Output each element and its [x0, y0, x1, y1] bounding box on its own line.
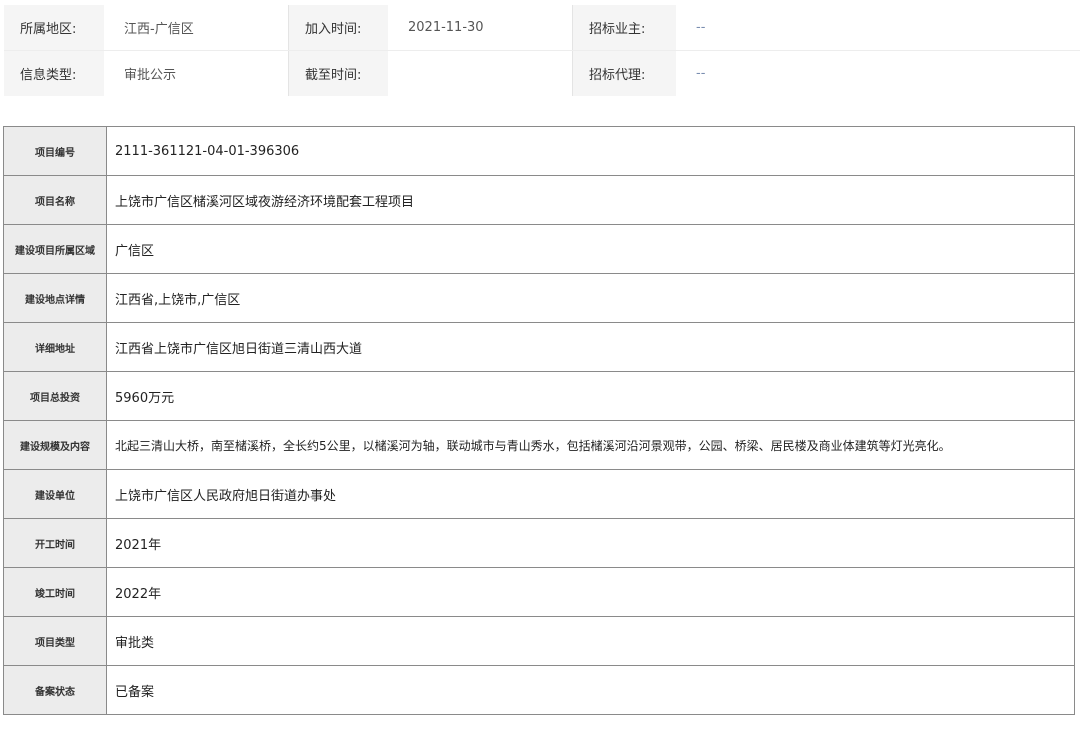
owner-label: 招标业主:	[572, 5, 676, 50]
table-row: 项目编号 2111-361121-04-01-396306	[3, 126, 1075, 176]
deadline-value	[388, 51, 572, 96]
join-time-value: 2021-11-30	[388, 5, 572, 50]
row-value: 上饶市广信区槠溪河区域夜游经济环境配套工程项目	[106, 175, 1075, 225]
row-value: 5960万元	[106, 371, 1075, 421]
row-label: 项目名称	[3, 175, 107, 225]
row-value: 2111-361121-04-01-396306	[106, 126, 1075, 176]
row-value: 2021年	[106, 518, 1075, 568]
row-value: 广信区	[106, 224, 1075, 274]
table-row: 竣工时间 2022年	[3, 567, 1075, 617]
table-row: 开工时间 2021年	[3, 518, 1075, 568]
row-value: 审批类	[106, 616, 1075, 666]
region-value: 江西-广信区	[104, 5, 288, 50]
project-detail-table: 项目编号 2111-361121-04-01-396306 项目名称 上饶市广信…	[3, 126, 1075, 715]
row-label: 详细地址	[3, 322, 107, 372]
table-row: 建设单位 上饶市广信区人民政府旭日街道办事处	[3, 469, 1075, 519]
row-label: 项目编号	[3, 126, 107, 176]
table-row: 项目名称 上饶市广信区槠溪河区域夜游经济环境配套工程项目	[3, 175, 1075, 225]
row-label: 建设单位	[3, 469, 107, 519]
table-row: 项目类型 审批类	[3, 616, 1075, 666]
row-value: 北起三清山大桥，南至槠溪桥，全长约5公里，以槠溪河为轴，联动城市与青山秀水，包括…	[106, 420, 1075, 470]
table-row: 建设规模及内容 北起三清山大桥，南至槠溪桥，全长约5公里，以槠溪河为轴，联动城市…	[3, 420, 1075, 470]
row-label: 建设规模及内容	[3, 420, 107, 470]
agent-label: 招标代理:	[572, 51, 676, 96]
row-label: 建设地点详情	[3, 273, 107, 323]
owner-value: --	[676, 5, 1080, 50]
row-value: 上饶市广信区人民政府旭日街道办事处	[106, 469, 1075, 519]
type-value: 审批公示	[104, 51, 288, 96]
table-row: 项目总投资 5960万元	[3, 371, 1075, 421]
row-label: 项目总投资	[3, 371, 107, 421]
info-grid: 所属地区: 江西-广信区 加入时间: 2021-11-30 招标业主: -- 信…	[4, 5, 1080, 96]
row-value: 江西省,上饶市,广信区	[106, 273, 1075, 323]
row-label: 建设项目所属区域	[3, 224, 107, 274]
row-label: 备案状态	[3, 665, 107, 715]
row-label: 竣工时间	[3, 567, 107, 617]
region-label: 所属地区:	[4, 5, 104, 50]
row-value: 2022年	[106, 567, 1075, 617]
row-value: 江西省上饶市广信区旭日街道三清山西大道	[106, 322, 1075, 372]
row-value: 已备案	[106, 665, 1075, 715]
table-row: 建设地点详情 江西省,上饶市,广信区	[3, 273, 1075, 323]
table-row: 建设项目所属区域 广信区	[3, 224, 1075, 274]
deadline-label: 截至时间:	[288, 51, 388, 96]
join-time-label: 加入时间:	[288, 5, 388, 50]
table-row: 详细地址 江西省上饶市广信区旭日街道三清山西大道	[3, 322, 1075, 372]
agent-value: --	[676, 51, 1080, 96]
row-label: 项目类型	[3, 616, 107, 666]
type-label: 信息类型:	[4, 51, 104, 96]
table-row: 备案状态 已备案	[3, 665, 1075, 715]
row-label: 开工时间	[3, 518, 107, 568]
